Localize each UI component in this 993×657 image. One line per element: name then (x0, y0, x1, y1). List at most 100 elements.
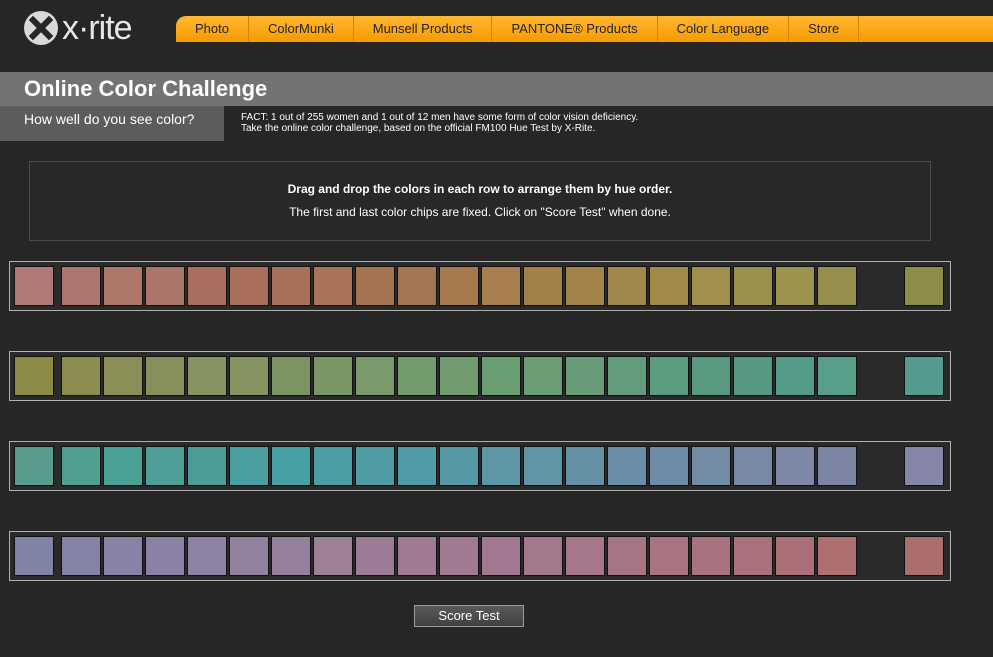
draggable-color-chip[interactable] (61, 446, 101, 486)
draggable-color-chip[interactable] (649, 356, 689, 396)
draggable-color-chip[interactable] (733, 446, 773, 486)
draggable-color-chip[interactable] (313, 266, 353, 306)
draggable-color-chip[interactable] (439, 356, 479, 396)
draggable-color-chip[interactable] (355, 266, 395, 306)
nav-item-colormunki[interactable]: ColorMunki (249, 16, 354, 42)
draggable-color-chip[interactable] (61, 266, 101, 306)
draggable-color-chip[interactable] (733, 536, 773, 576)
draggable-color-chip[interactable] (481, 446, 521, 486)
score-test-button[interactable]: Score Test (414, 605, 524, 627)
draggable-color-chip[interactable] (649, 446, 689, 486)
draggable-color-chip[interactable] (145, 446, 185, 486)
draggable-color-chip[interactable] (61, 536, 101, 576)
draggable-color-chip[interactable] (481, 356, 521, 396)
draggable-color-chip[interactable] (313, 536, 353, 576)
draggable-color-chip[interactable] (145, 266, 185, 306)
fixed-color-chip (14, 356, 54, 396)
draggable-color-chip[interactable] (103, 446, 143, 486)
draggable-color-chip[interactable] (607, 446, 647, 486)
draggable-color-chip[interactable] (565, 266, 605, 306)
draggable-color-chip[interactable] (733, 356, 773, 396)
chip-row-2 (9, 351, 951, 401)
draggable-color-chip[interactable] (313, 446, 353, 486)
draggable-color-chip[interactable] (565, 356, 605, 396)
draggable-color-chip[interactable] (313, 356, 353, 396)
draggable-color-chip[interactable] (481, 266, 521, 306)
draggable-color-chip[interactable] (649, 266, 689, 306)
fact-line-1: FACT: 1 out of 255 women and 1 out of 12… (241, 112, 639, 123)
draggable-color-chip[interactable] (439, 446, 479, 486)
draggable-color-chip[interactable] (523, 356, 563, 396)
draggable-color-chip[interactable] (187, 446, 227, 486)
instructions-box: Drag and drop the colors in each row to … (29, 161, 931, 241)
x-rite-logo-icon (24, 11, 58, 45)
logo[interactable]: x·rite (24, 9, 133, 47)
draggable-color-chip[interactable] (271, 266, 311, 306)
draggable-color-chip[interactable] (229, 266, 269, 306)
instructions-detail: The first and last color chips are fixed… (289, 205, 671, 219)
draggable-color-chip[interactable] (397, 356, 437, 396)
page-subtitle: How well do you see color? (24, 111, 195, 127)
draggable-color-chip[interactable] (103, 266, 143, 306)
nav-item-pantone-products[interactable]: PANTONE® Products (492, 16, 658, 42)
nav-item-store[interactable]: Store (789, 16, 860, 42)
draggable-color-chip[interactable] (691, 266, 731, 306)
draggable-color-chip[interactable] (775, 356, 815, 396)
draggable-color-chip[interactable] (271, 536, 311, 576)
draggable-color-chip[interactable] (229, 536, 269, 576)
chip-row-4 (9, 531, 951, 581)
draggable-color-chip[interactable] (355, 446, 395, 486)
logo-text: x·rite (62, 9, 133, 47)
draggable-color-chip[interactable] (397, 446, 437, 486)
draggable-color-chip[interactable] (103, 356, 143, 396)
instructions-main: Drag and drop the colors in each row to … (287, 182, 673, 196)
draggable-color-chip[interactable] (271, 356, 311, 396)
draggable-color-chip[interactable] (355, 536, 395, 576)
draggable-color-chip[interactable] (691, 356, 731, 396)
draggable-color-chip[interactable] (61, 356, 101, 396)
draggable-color-chip[interactable] (817, 536, 857, 576)
draggable-color-chip[interactable] (733, 266, 773, 306)
draggable-color-chip[interactable] (817, 446, 857, 486)
draggable-color-chip[interactable] (187, 266, 227, 306)
draggable-color-chip[interactable] (691, 536, 731, 576)
fixed-color-chip (904, 446, 944, 486)
nav-item-photo[interactable]: Photo (176, 16, 249, 42)
draggable-color-chip[interactable] (523, 266, 563, 306)
draggable-color-chip[interactable] (775, 446, 815, 486)
draggable-color-chip[interactable] (523, 536, 563, 576)
draggable-color-chip[interactable] (523, 446, 563, 486)
draggable-color-chip[interactable] (565, 536, 605, 576)
draggable-color-chip[interactable] (481, 536, 521, 576)
draggable-color-chip[interactable] (229, 446, 269, 486)
draggable-color-chip[interactable] (103, 536, 143, 576)
draggable-color-chip[interactable] (817, 266, 857, 306)
nav-item-color-language[interactable]: Color Language (658, 16, 790, 42)
fixed-color-chip (14, 266, 54, 306)
draggable-color-chip[interactable] (355, 356, 395, 396)
draggable-color-chip[interactable] (817, 356, 857, 396)
draggable-color-chip[interactable] (229, 356, 269, 396)
draggable-color-chip[interactable] (439, 266, 479, 306)
draggable-color-chip[interactable] (145, 356, 185, 396)
fact-line-2: Take the online color challenge, based o… (241, 123, 596, 134)
fixed-color-chip (904, 536, 944, 576)
draggable-color-chip[interactable] (607, 356, 647, 396)
nav-item-munsell-products[interactable]: Munsell Products (354, 16, 493, 42)
draggable-color-chip[interactable] (397, 536, 437, 576)
draggable-color-chip[interactable] (775, 536, 815, 576)
draggable-color-chip[interactable] (145, 536, 185, 576)
draggable-color-chip[interactable] (187, 536, 227, 576)
draggable-color-chip[interactable] (775, 266, 815, 306)
draggable-color-chip[interactable] (187, 356, 227, 396)
draggable-color-chip[interactable] (691, 446, 731, 486)
draggable-color-chip[interactable] (649, 536, 689, 576)
draggable-color-chip[interactable] (607, 536, 647, 576)
chip-row-3 (9, 441, 951, 491)
draggable-color-chip[interactable] (271, 446, 311, 486)
draggable-color-chip[interactable] (439, 536, 479, 576)
draggable-color-chip[interactable] (397, 266, 437, 306)
chip-row-1 (9, 261, 951, 311)
draggable-color-chip[interactable] (607, 266, 647, 306)
draggable-color-chip[interactable] (565, 446, 605, 486)
